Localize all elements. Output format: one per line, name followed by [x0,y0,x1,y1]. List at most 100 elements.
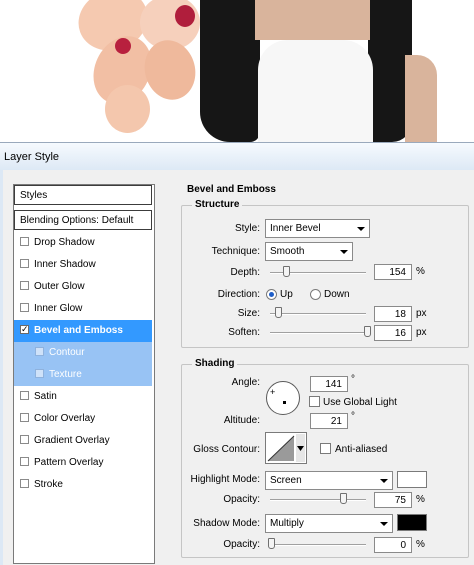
orchid-center [175,5,195,27]
style-item-label: Stroke [34,479,63,490]
style-item-texture[interactable]: Texture [14,364,152,386]
gloss-contour-picker[interactable] [265,432,307,464]
angle-dial[interactable]: + [266,381,300,415]
size-input[interactable]: 18 [374,306,412,322]
highlight-opacity-input[interactable]: 75 [374,492,412,508]
highlight-mode-label: Highlight Mode: [190,474,260,485]
highlight-mode-dropdown[interactable]: Screen [265,471,393,490]
chevron-down-icon [340,250,348,254]
soften-unit: px [416,327,427,338]
style-item-pattern-overlay[interactable]: Pattern Overlay [14,452,152,474]
styles-header[interactable]: Styles [14,185,152,205]
size-slider-thumb[interactable] [275,307,282,318]
style-item-label: Drop Shadow [34,237,95,248]
angle-input[interactable]: 141 [310,376,348,392]
shadow-opacity-slider-track[interactable] [270,544,366,546]
style-item-outer-glow[interactable]: Outer Glow [14,276,152,298]
orchid-petal [105,85,150,133]
anti-aliased-checkbox[interactable] [320,443,331,454]
style-dropdown[interactable]: Inner Bevel [265,219,370,238]
satin-checkbox[interactable] [20,391,29,400]
highlight-opacity-label: Opacity: [223,494,260,505]
style-item-gradient-overlay[interactable]: Gradient Overlay [14,430,152,452]
style-item-inner-shadow[interactable]: Inner Shadow [14,254,152,276]
shadow-opacity-value: 0 [400,540,406,551]
style-item-contour[interactable]: Contour [14,342,152,364]
soften-value: 16 [394,328,406,339]
preview-photo [0,0,474,142]
shadow-mode-value: Multiply [270,518,304,529]
window-title: Layer Style [4,151,60,163]
stroke-checkbox[interactable] [20,479,29,488]
contour-checkbox[interactable] [35,347,44,356]
style-item-inner-glow[interactable]: Inner Glow [14,298,152,320]
highlight-opacity-slider-thumb[interactable] [340,493,347,504]
direction-up-label: Up [280,289,293,300]
styles-header-label: Styles [20,190,48,201]
inner-glow-checkbox[interactable] [20,303,29,312]
white-shirt [258,40,373,142]
technique-dropdown-value: Smooth [270,246,305,257]
highlight-mode-value: Screen [270,475,302,486]
highlight-opacity-value: 75 [394,495,406,506]
depth-input[interactable]: 154 [374,264,412,280]
angle-value: 141 [325,379,342,390]
size-label: Size: [237,308,260,319]
angle-label: Angle: [231,377,260,388]
chevron-down-icon [380,479,388,483]
shadow-opacity-input[interactable]: 0 [374,537,412,553]
inner-shadow-checkbox[interactable] [20,259,29,268]
drop-shadow-checkbox[interactable] [20,237,29,246]
dial-center-dot [283,401,286,404]
style-item-color-overlay[interactable]: Color Overlay [14,408,152,430]
crosshair-icon: + [270,387,276,397]
style-item-satin[interactable]: Satin [14,386,152,408]
window-title-bar[interactable]: Layer Style [0,142,474,171]
shadow-color-swatch[interactable] [397,514,427,531]
use-global-light-checkbox[interactable] [309,396,320,407]
style-item-label: Satin [34,391,57,402]
depth-slider-thumb[interactable] [283,266,290,277]
highlight-opacity-slider-track[interactable] [270,499,366,501]
style-item-label: Pattern Overlay [34,457,104,468]
styles-list: Styles Blending Options: Default Drop Sh… [13,184,155,564]
gradient-overlay-checkbox[interactable] [20,435,29,444]
altitude-value: 21 [330,416,342,427]
highlight-color-swatch[interactable] [397,471,427,488]
blending-options-item[interactable]: Blending Options: Default [14,210,152,230]
shoulder [405,55,437,142]
altitude-input[interactable]: 21 [310,413,348,429]
color-overlay-checkbox[interactable] [20,413,29,422]
style-item-drop-shadow[interactable]: Drop Shadow [14,232,152,254]
style-item-label: Inner Shadow [34,259,96,270]
gloss-contour-label: Gloss Contour: [193,444,260,455]
style-item-bevel-and-emboss[interactable]: ✓ Bevel and Emboss [14,320,152,342]
soften-input[interactable]: 16 [374,325,412,341]
highlight-opacity-unit: % [416,494,425,505]
orchid-center [115,38,131,54]
style-item-label: Outer Glow [34,281,85,292]
outer-glow-checkbox[interactable] [20,281,29,290]
direction-up-radio[interactable] [266,289,277,300]
hair [200,0,260,142]
pattern-overlay-checkbox[interactable] [20,457,29,466]
style-dropdown-value: Inner Bevel [270,223,321,234]
technique-dropdown[interactable]: Smooth [265,242,353,261]
style-item-label: Inner Glow [34,303,83,314]
style-item-stroke[interactable]: Stroke [14,474,152,496]
bevel-and-emboss-checkbox[interactable]: ✓ [20,325,29,334]
style-label: Style: [234,223,260,234]
depth-value: 154 [389,267,406,278]
direction-down-radio[interactable] [310,289,321,300]
texture-checkbox[interactable] [35,369,44,378]
size-unit: px [416,308,427,319]
soften-slider-thumb[interactable] [364,326,371,337]
shadow-mode-dropdown[interactable]: Multiply [265,514,393,533]
bevel-emboss-title: Bevel and Emboss [187,184,276,195]
soften-label: Soften: [228,327,260,338]
altitude-unit: ° [351,411,355,422]
shadow-opacity-label: Opacity: [223,539,260,550]
soften-slider-track[interactable] [270,332,366,334]
size-slider-track[interactable] [270,313,366,315]
shadow-opacity-slider-thumb[interactable] [268,538,275,549]
